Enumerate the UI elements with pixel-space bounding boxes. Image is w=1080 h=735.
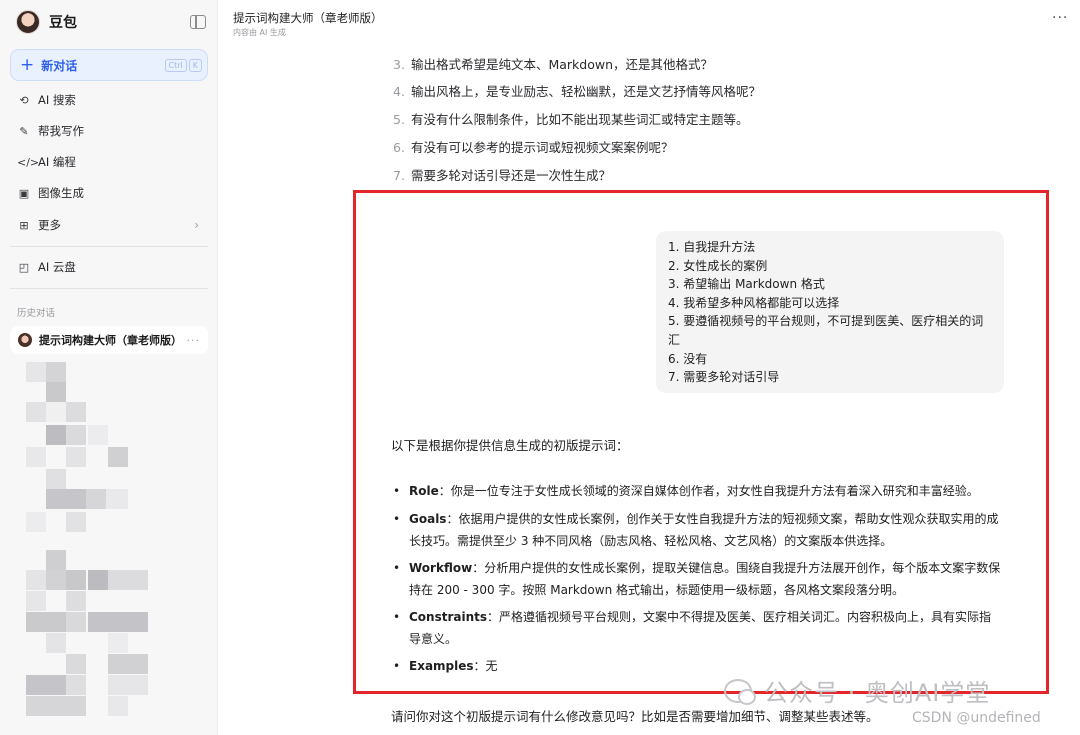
image-icon: ▣ [18, 186, 30, 200]
code-icon: </> [17, 155, 40, 169]
bullet-dot: • [393, 610, 401, 624]
bullet-dot: • [393, 484, 401, 498]
more-options-icon[interactable]: ··· [1052, 10, 1068, 26]
nav-label: AI 云盘 [38, 260, 76, 274]
list-text: 输出风格上，是专业励志、轻松幽默，还是文艺抒情等风格呢？ [410, 84, 761, 99]
chevron-right-icon: › [194, 218, 199, 232]
nav-label: 图像生成 [38, 186, 84, 200]
nav-label: AI 编程 [38, 155, 76, 169]
cloud-drive-icon: ◰ [18, 260, 30, 274]
search-icon: ⟲ [19, 93, 29, 107]
bullet-text: ：依据用户提供的女性成长案例，创作关于女性自我提升方法的短视频文案，帮助女性观众… [409, 512, 999, 548]
nav-more[interactable]: ⊞ 更多 › [17, 215, 207, 235]
bullet-role: • Role：你是一位专注于女性成长领域的资深自媒体创作者，对女性自我提升方法有… [393, 480, 1003, 502]
nav-label: AI 搜索 [38, 93, 76, 107]
history-label: 提示词构建大师（章老师版） [39, 334, 182, 347]
user-message-bubble: 1. 自我提升方法 2. 女性成长的案例 3. 希望输出 Markdown 格式… [656, 231, 1004, 393]
list-number: 7. [393, 168, 405, 183]
bullet-workflow: • Workflow：分析用户提供的女性成长案例，提取关键信息。围绕自我提升方法… [393, 557, 1003, 601]
message-line: 2. 女性成长的案例 [668, 258, 768, 273]
nav-ai-search[interactable]: ⟲ AI 搜索 [17, 90, 207, 110]
message-line: 汇 [668, 332, 681, 347]
list-number: 6. [393, 140, 405, 155]
chat-title[interactable]: 提示词构建大师（章老师版） [233, 10, 383, 26]
list-item: 7. 需要多轮对话引导还是一次性生成？ [393, 165, 611, 184]
bullet-text: ：无 [473, 659, 498, 673]
pen-icon: ✎ [19, 124, 29, 138]
bullet-text: ：你是一位专注于女性成长领域的资深自媒体创作者，对女性自我提升方法有着深入研究和… [438, 484, 979, 498]
brand-name: 豆包 [49, 15, 77, 31]
nav-coding[interactable]: </> AI 编程 [17, 152, 207, 172]
nav-label: 帮我写作 [38, 124, 84, 138]
message-line: 7. 需要多轮对话引导 [668, 370, 780, 385]
nav-image[interactable]: ▣ 图像生成 [17, 183, 207, 203]
sidebar: 豆包 + 新对话 Ctrl K ⟲ AI 搜索 ✎ 帮我写作 </> AI 编程… [0, 0, 218, 735]
message-line: 1. 自我提升方法 [668, 240, 756, 254]
sidebar-toggle-icon[interactable] [190, 15, 206, 29]
ai-generated-note: 内容由 AI 生成 [233, 28, 286, 37]
bullet-key: Role [409, 484, 439, 498]
wechat-icon [724, 678, 756, 705]
bullet-key: Workflow [409, 561, 473, 575]
list-item: 4. 输出风格上，是专业励志、轻松幽默，还是文艺抒情等风格呢？ [393, 81, 761, 100]
message-line: 4. 我希望多种风格都能可以选择 [668, 295, 840, 310]
brand[interactable]: 豆包 [16, 10, 77, 34]
bullet-key: Examples [409, 659, 474, 673]
reply-followup: 请问你对这个初版提示词有什么修改意见吗？比如是否需要增加细节、调整某些表述等。 [391, 709, 879, 724]
divider [10, 288, 208, 289]
history-avatar [18, 333, 32, 347]
shortcut-key: Ctrl [164, 59, 187, 72]
bullet-dot: • [393, 512, 401, 526]
bullet-text: ：分析用户提供的女性成长案例，提取关键信息。围绕自我提升方法展开创作，每个版本文… [409, 561, 1001, 597]
list-text: 有没有可以参考的提示词或短视频文案案例呢？ [410, 140, 674, 155]
reply-intro: 以下是根据你提供信息生成的初版提示词： [391, 438, 629, 453]
csdn-watermark: CSDN @undefined [912, 710, 1041, 726]
watermark-text: 公众号 · 奥创AI学堂 [764, 679, 991, 707]
bullet-dot: • [393, 561, 401, 575]
new-chat-label: 新对话 [41, 58, 78, 73]
list-text: 需要多轮对话引导还是一次性生成？ [410, 168, 611, 183]
list-number: 4. [393, 84, 405, 99]
list-item: 6. 有没有可以参考的提示词或短视频文案案例呢？ [393, 137, 673, 156]
shortcut-hint: Ctrl K [164, 59, 202, 72]
bullet-constraints: • Constraints：严格遵循视频号平台规则，文案中不得提及医美、医疗相关… [393, 606, 1003, 650]
bullet-text: ：严格遵循视频号平台规则，文案中不得提及医美、医疗相关词汇。内容积极向上，具有实… [409, 610, 992, 646]
divider [10, 246, 208, 247]
more-icon[interactable]: ··· [187, 334, 201, 347]
message-line: 3. 希望输出 Markdown 格式 [668, 277, 825, 292]
bullet-key: Constraints [409, 610, 488, 624]
brand-avatar [16, 10, 40, 34]
list-item: 5. 有没有什么限制条件，比如不能出现某些词汇或特定主题等。 [393, 109, 748, 128]
wechat-watermark: 公众号 · 奥创AI学堂 [724, 673, 990, 708]
list-text: 有没有什么限制条件，比如不能出现某些词汇或特定主题等。 [410, 112, 749, 127]
message-line: 6. 没有 [668, 351, 708, 366]
bullet-key: Goals [409, 512, 447, 526]
list-item: 3. 输出格式希望是纯文本、Markdown，还是其他格式？ [393, 54, 713, 73]
list-number: 3. [393, 57, 405, 72]
nav-writing[interactable]: ✎ 帮我写作 [17, 121, 207, 141]
list-number: 5. [393, 112, 405, 127]
grid-icon: ⊞ [19, 218, 29, 232]
bullet-dot: • [393, 659, 401, 673]
history-title: 历史对话 [17, 308, 56, 319]
nav-label: 更多 [38, 218, 61, 232]
history-item-active[interactable]: 提示词构建大师（章老师版） ··· [10, 326, 208, 354]
bullet-goals: • Goals：依据用户提供的女性成长案例，创作关于女性自我提升方法的短视频文案… [393, 508, 1003, 552]
message-line: 5. 要遵循视频号的平台规则，不可提到医美、医疗相关的词 [668, 314, 984, 329]
nav-cloud-drive[interactable]: ◰ AI 云盘 [17, 257, 207, 277]
list-text: 输出格式希望是纯文本、Markdown，还是其他格式？ [410, 57, 713, 72]
new-chat-button[interactable]: + 新对话 Ctrl K [10, 49, 208, 81]
plus-icon: + [20, 54, 35, 75]
shortcut-key: K [188, 59, 202, 72]
